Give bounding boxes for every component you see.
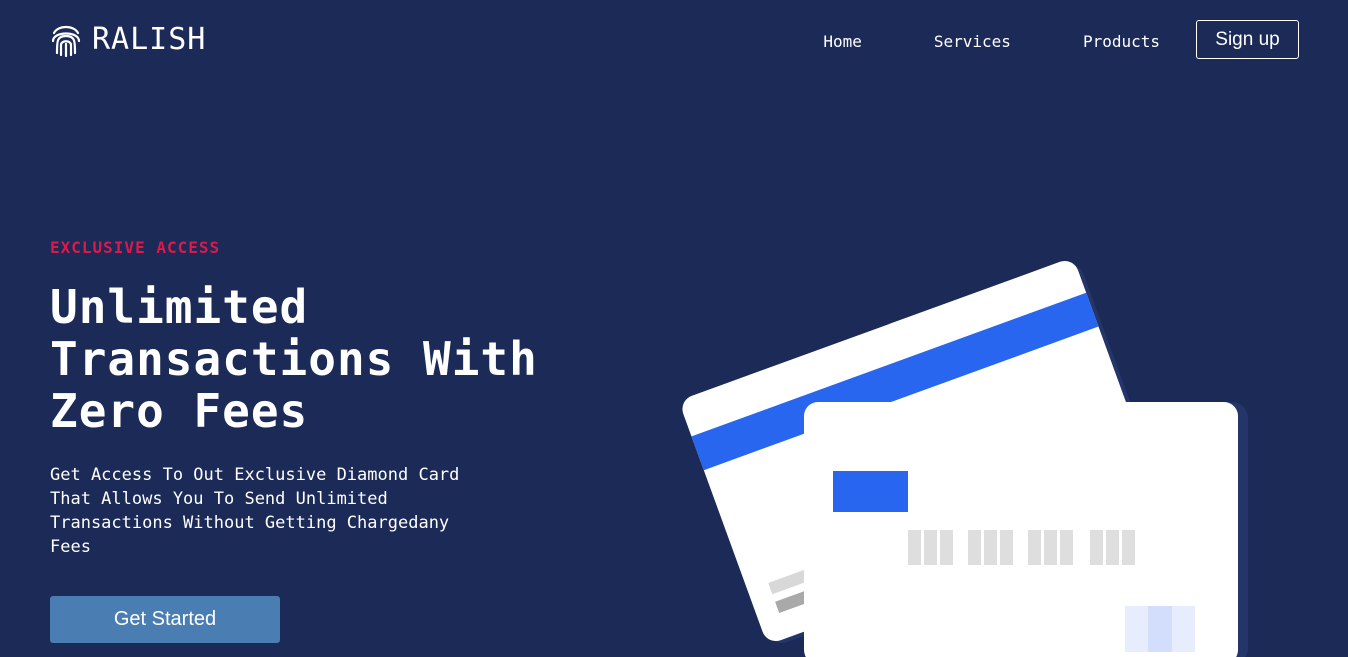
- hero-section: EXCLUSIVE ACCESS Unlimited Transactions …: [50, 238, 610, 643]
- fingerprint-icon: [51, 25, 81, 57]
- nav-link-home[interactable]: Home: [823, 28, 862, 52]
- main-nav: Home Services Products Sign up: [823, 20, 1299, 59]
- brand-logo[interactable]: RALISH: [50, 22, 206, 57]
- front-card: [804, 402, 1248, 657]
- get-started-button[interactable]: Get Started: [50, 596, 280, 643]
- hero-eyebrow: EXCLUSIVE ACCESS: [50, 238, 221, 257]
- nav-link-services[interactable]: Services: [934, 28, 1011, 52]
- hero-description: Get Access To Out Exclusive Diamond Card…: [50, 465, 460, 557]
- hero-title-line: Unlimited: [50, 280, 309, 334]
- brand-name: RALISH: [92, 22, 207, 57]
- nav-link-products[interactable]: Products: [1083, 28, 1160, 52]
- hero-title: Unlimited Transactions With Zero Fees: [50, 281, 610, 437]
- signup-button[interactable]: Sign up: [1196, 20, 1299, 59]
- hero-title-line: Transactions With: [50, 332, 538, 386]
- card-chip: [833, 471, 908, 512]
- hero-title-line: Zero Fees: [50, 384, 309, 438]
- credit-cards-illustration: [682, 260, 1248, 657]
